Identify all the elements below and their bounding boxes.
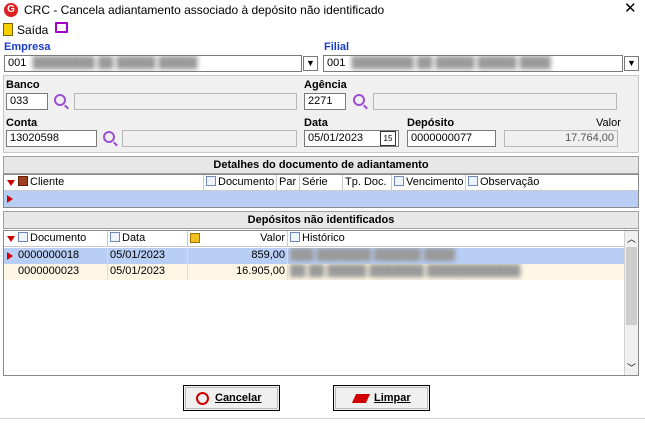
deposit-documento: 0000000023 bbox=[16, 264, 108, 280]
deposito-input[interactable]: 0000000077 bbox=[407, 130, 496, 147]
conta-name-field bbox=[122, 130, 297, 147]
cancel-button[interactable]: Cancelar bbox=[183, 385, 280, 411]
scroll-down-chevron-icon[interactable]: ﹀ bbox=[627, 361, 636, 374]
detalhes-new-row[interactable] bbox=[4, 191, 638, 207]
exit-door-icon[interactable] bbox=[3, 23, 13, 36]
col-observacao[interactable]: Observação bbox=[466, 175, 638, 191]
empresa-name-redacted: ████████ ██ █████ █████ bbox=[29, 57, 198, 69]
filial-name-redacted: ████████ ██ █████ █████ ████ bbox=[348, 57, 551, 69]
depositos-grid-header: Documento Data Valor Histórico bbox=[4, 231, 624, 247]
col-dep-documento[interactable]: Documento bbox=[16, 231, 108, 247]
data-label: Data bbox=[304, 117, 328, 129]
close-icon[interactable]: ✕ bbox=[624, 1, 637, 17]
filial-value: 001 bbox=[327, 57, 346, 69]
col-documento[interactable]: Documento bbox=[204, 175, 277, 191]
cancel-button-label: Cancelar bbox=[215, 392, 262, 404]
col-tp-doc[interactable]: Tp. Doc. bbox=[343, 175, 392, 191]
window-bottom-edge bbox=[0, 418, 645, 423]
coins-icon bbox=[190, 233, 200, 243]
col-dep-valor[interactable]: Valor bbox=[188, 231, 288, 247]
cliente-column-icon bbox=[18, 176, 28, 186]
calendar-icon[interactable]: 15 bbox=[380, 131, 396, 146]
historico-redacted: ███ ███████ ██████ ████ bbox=[290, 249, 456, 261]
deposit-historico: ██ ██ █████ ███████ ████████████ bbox=[288, 264, 624, 280]
clear-button[interactable]: Limpar bbox=[333, 385, 430, 411]
deposit-data: 05/01/2023 bbox=[108, 264, 188, 280]
filial-label: Filial bbox=[324, 41, 350, 53]
empresa-value: 001 bbox=[8, 57, 27, 69]
filial-dropdown-chevron-icon[interactable]: ▼ bbox=[624, 56, 639, 71]
sort-indicator-icon[interactable] bbox=[7, 180, 15, 186]
detalhes-section-title: Detalhes do documento de adiantamento bbox=[3, 156, 639, 174]
agencia-input[interactable]: 2271 bbox=[304, 93, 346, 110]
filial-select[interactable]: 001 ████████ ██ █████ █████ ████ bbox=[323, 55, 623, 72]
col-dep-historico[interactable]: Histórico bbox=[288, 231, 624, 247]
deposit-row[interactable]: 0000000018 05/01/2023 859,00 ███ ███████… bbox=[4, 248, 624, 264]
scroll-up-chevron-icon[interactable]: ︿ bbox=[627, 232, 636, 245]
col-dep-data[interactable]: Data bbox=[108, 231, 188, 247]
agencia-label: Agência bbox=[304, 79, 347, 91]
conta-input[interactable]: 13020598 bbox=[6, 130, 97, 147]
deposit-documento: 0000000018 bbox=[16, 248, 108, 264]
depositos-grid[interactable]: Documento Data Valor Histórico 000000001… bbox=[3, 230, 639, 376]
document-icon bbox=[18, 232, 28, 242]
deposito-label: Depósito bbox=[407, 117, 455, 129]
banco-search-icon[interactable] bbox=[54, 94, 66, 106]
cancel-icon bbox=[196, 392, 209, 405]
empresa-dropdown-chevron-icon[interactable]: ▼ bbox=[303, 56, 318, 71]
col-serie[interactable]: Série bbox=[300, 175, 343, 191]
current-row-indicator-icon bbox=[7, 195, 13, 203]
deposit-data: 05/01/2023 bbox=[108, 248, 188, 264]
calendar-column-icon bbox=[110, 232, 120, 242]
conta-label: Conta bbox=[6, 117, 38, 129]
conta-search-icon[interactable] bbox=[103, 131, 115, 143]
window-title: CRC - Cancela adiantamento associado à d… bbox=[24, 3, 385, 17]
detalhes-grid-header: Cliente Documento Par Série Tp. Doc. Ven… bbox=[4, 175, 638, 191]
col-vencimento[interactable]: Vencimento bbox=[392, 175, 466, 191]
note-icon bbox=[290, 232, 300, 242]
monitor-icon[interactable] bbox=[55, 22, 68, 33]
banco-name-field bbox=[74, 93, 297, 110]
calendar-column-icon bbox=[394, 176, 404, 186]
col-cliente[interactable]: Cliente bbox=[16, 175, 204, 191]
valor-field: 17.764,00 bbox=[504, 130, 618, 147]
detalhes-grid[interactable]: Cliente Documento Par Série Tp. Doc. Ven… bbox=[3, 174, 639, 208]
valor-label: Valor bbox=[596, 117, 621, 129]
sort-indicator-icon[interactable] bbox=[7, 236, 15, 242]
banco-input[interactable]: 033 bbox=[6, 93, 48, 110]
empresa-label: Empresa bbox=[4, 41, 51, 53]
deposit-row[interactable]: 0000000023 05/01/2023 16.905,00 ██ ██ ██… bbox=[4, 264, 624, 280]
deposit-valor: 16.905,00 bbox=[188, 264, 288, 280]
agencia-name-field bbox=[373, 93, 617, 110]
deposit-historico: ███ ███████ ██████ ████ bbox=[288, 248, 624, 264]
current-row-indicator-icon bbox=[7, 252, 13, 260]
scroll-thumb[interactable] bbox=[626, 247, 637, 325]
document-icon bbox=[206, 176, 216, 186]
depositos-section-title: Depósitos não identificados bbox=[3, 211, 639, 229]
agencia-search-icon[interactable] bbox=[353, 94, 365, 106]
app-logo-icon: G bbox=[4, 3, 18, 17]
exit-button-label[interactable]: Saída bbox=[17, 23, 48, 37]
empresa-select[interactable]: 001 ████████ ██ █████ █████ bbox=[4, 55, 302, 72]
col-par[interactable]: Par bbox=[277, 175, 300, 191]
eraser-icon bbox=[351, 394, 371, 403]
note-icon bbox=[468, 176, 478, 186]
deposit-valor: 859,00 bbox=[188, 248, 288, 264]
historico-redacted: ██ ██ █████ ███████ ████████████ bbox=[290, 265, 521, 277]
banco-label: Banco bbox=[6, 79, 40, 91]
vertical-scrollbar[interactable]: ︿ ﹀ bbox=[624, 231, 638, 375]
clear-button-label: Limpar bbox=[374, 392, 411, 404]
